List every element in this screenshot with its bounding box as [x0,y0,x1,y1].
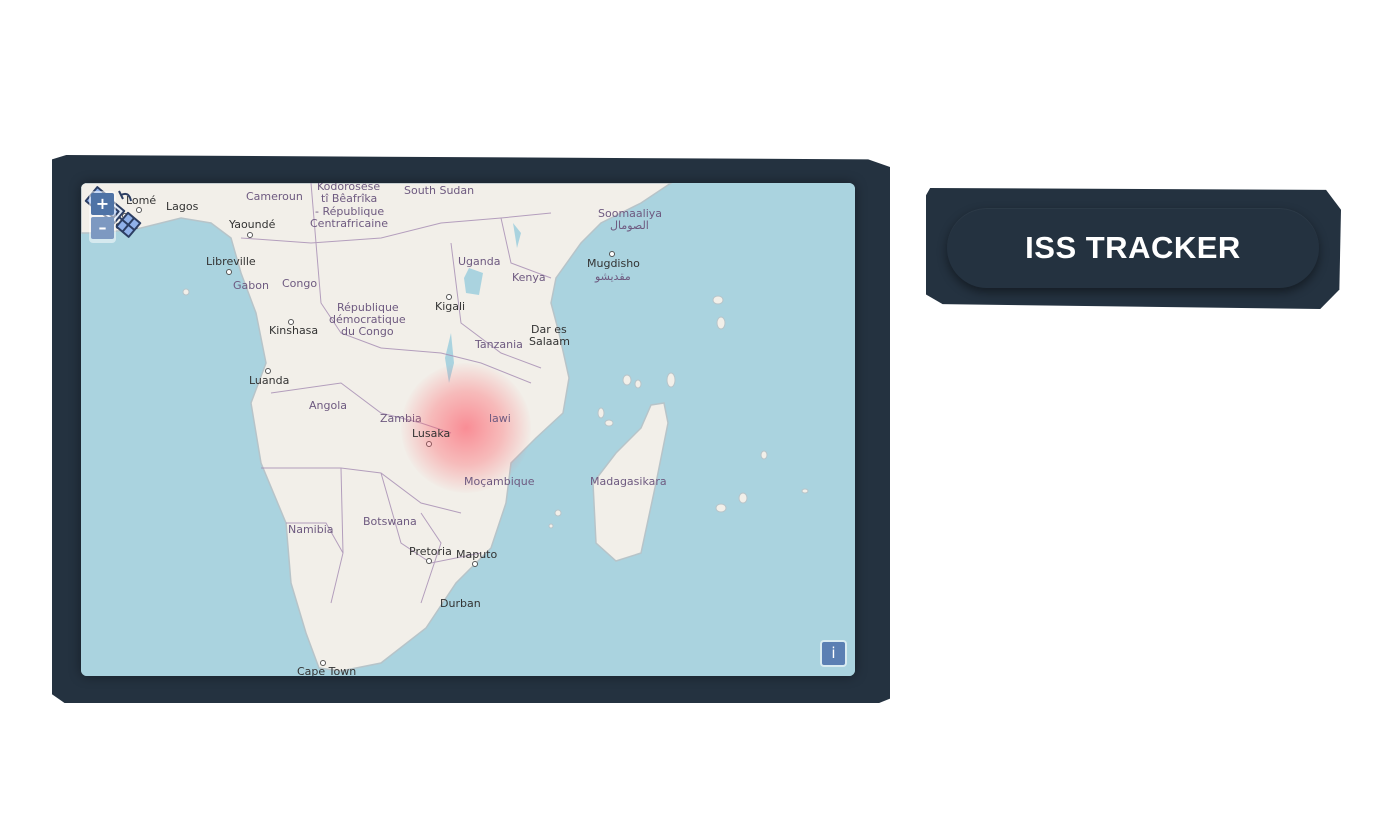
label-kenya: Kenya [512,271,546,284]
label-lagos: Lagos [166,200,199,213]
label-cape-town: Cape Town [297,665,357,677]
label-kigali: Kigali [435,300,466,313]
zoom-out-button[interactable]: – [91,217,114,239]
label-maputo: Maputo [456,548,498,561]
label-south-sudan: South Sudan [404,184,475,197]
label-kinshasa: Kinshasa [269,324,319,337]
label-ti-beafrika: tî Bêafrîka [321,192,378,205]
label-mugdisho: Mugdisho [587,257,640,270]
label-cameroun: Cameroun [246,190,303,203]
label-pretoria: Pretoria [409,545,452,558]
label-botswana: Botswana [363,515,417,528]
label-tanzania: Tanzania [475,338,523,351]
label-mocambique: Moçambique [464,475,535,488]
title-pill: ISS TRACKER [947,208,1319,288]
label-somalia-ar: الصومال [610,219,649,232]
label-rdc-3: du Congo [341,325,394,338]
label-libreville: Libreville [206,255,256,268]
label-uganda: Uganda [458,255,501,268]
label-salaam: Salaam [529,335,570,348]
label-congo: Congo [282,277,318,290]
attribution-control: i [820,640,847,667]
map-view[interactable]: Kodorosêse tî Bêafrîka - République Cent… [81,183,855,676]
label-namibia: Namibia [288,523,334,536]
page-title: ISS TRACKER [1025,230,1241,265]
label-gabon: Gabon [233,279,269,292]
zoom-control: + – [89,191,116,243]
label-mugdisho-ar: مقديشو [595,270,631,283]
label-lusaka: Lusaka [412,427,451,440]
label-centrafricaine: Centrafricaine [310,217,389,230]
label-madagasikara: Madagasikara [590,475,667,488]
label-yaounde: Yaoundé [229,218,276,231]
label-durban: Durban [440,597,481,610]
zoom-in-button[interactable]: + [91,193,114,215]
attribution-button[interactable]: i [822,642,845,665]
label-malawi: lawi [489,412,511,425]
label-angola: Angola [309,399,348,412]
label-luanda: Luanda [249,374,290,387]
